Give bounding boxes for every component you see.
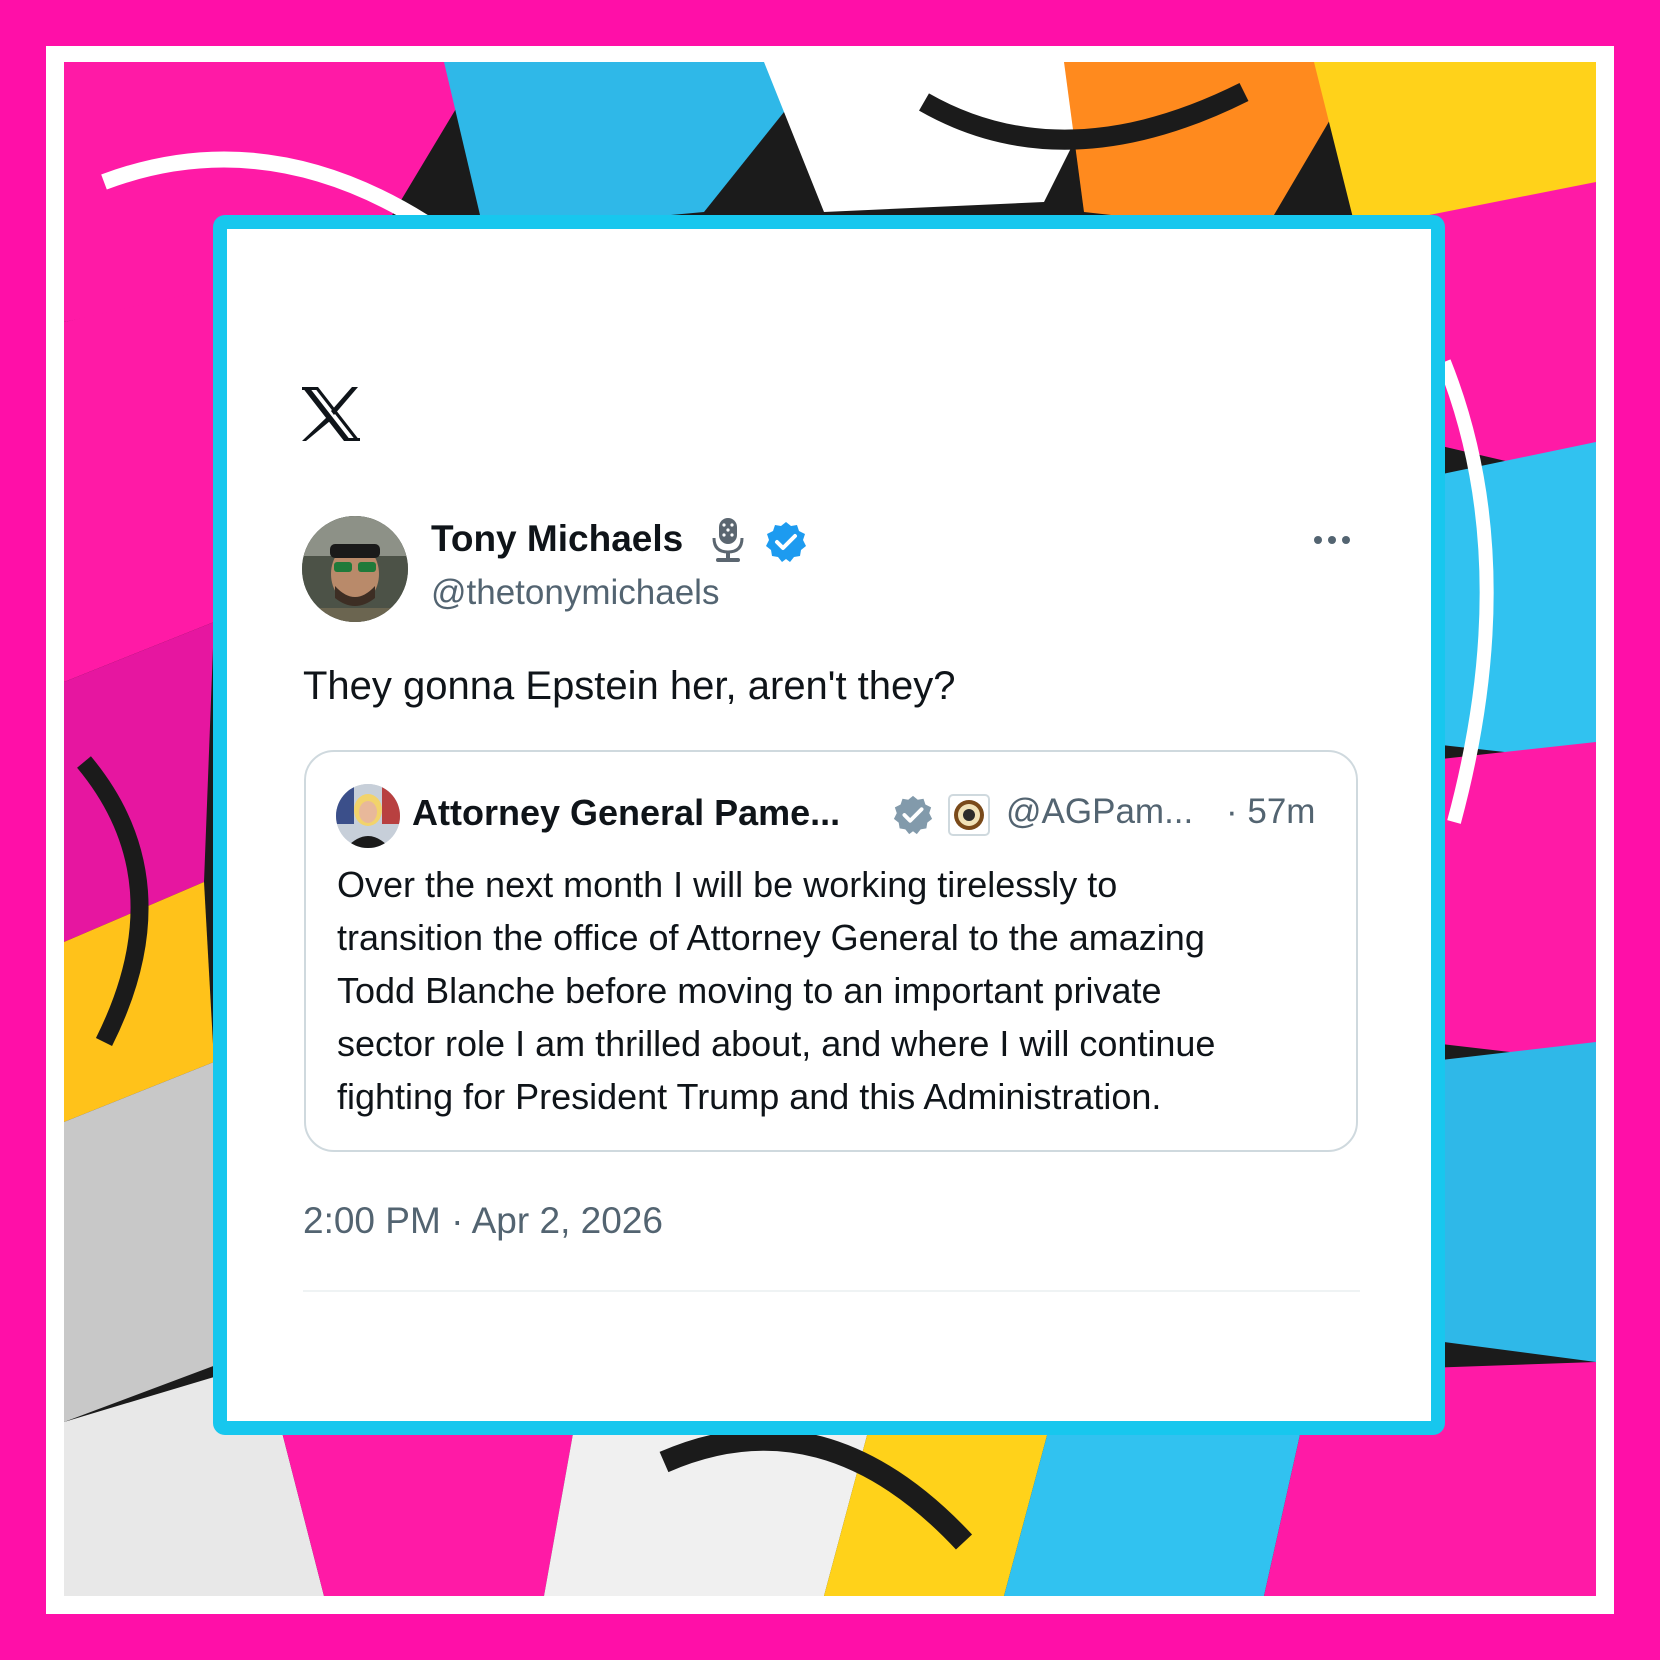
quoted-author-display-name[interactable]: Attorney General Pame... xyxy=(412,792,840,834)
quoted-tweet-time[interactable]: · 57m xyxy=(1226,792,1315,832)
quoted-text-line: Todd Blanche before moving to an importa… xyxy=(337,970,1162,1011)
tweet-timestamp[interactable]: 2:00 PM · Apr 2, 2026 xyxy=(303,1200,663,1242)
author-display-name[interactable]: Tony Michaels xyxy=(431,518,683,560)
divider xyxy=(303,1290,1360,1292)
tweet-text: They gonna Epstein her, aren't they? xyxy=(303,664,956,708)
author-avatar[interactable] xyxy=(302,516,408,622)
microphone-icon xyxy=(708,516,748,564)
x-logo-icon xyxy=(300,385,362,443)
quoted-author-handle[interactable]: @AGPam... xyxy=(1006,792,1193,832)
verified-gray-badge-icon xyxy=(892,794,934,836)
quoted-tweet-text: Over the next month I will be working ti… xyxy=(337,858,1347,1123)
quoted-text-line: fighting for President Trump and this Ad… xyxy=(337,1076,1162,1117)
quoted-text-line: transition the office of Attorney Genera… xyxy=(337,917,1205,958)
more-options-icon[interactable] xyxy=(1310,532,1354,548)
author-handle[interactable]: @thetonymichaels xyxy=(431,573,719,613)
verified-badge-icon xyxy=(764,520,808,564)
quoted-author-avatar[interactable] xyxy=(336,784,400,848)
quoted-text-line: sector role I am thrilled about, and whe… xyxy=(337,1023,1216,1064)
quoted-text-line: Over the next month I will be working ti… xyxy=(337,864,1118,905)
doj-seal-icon xyxy=(948,794,990,836)
